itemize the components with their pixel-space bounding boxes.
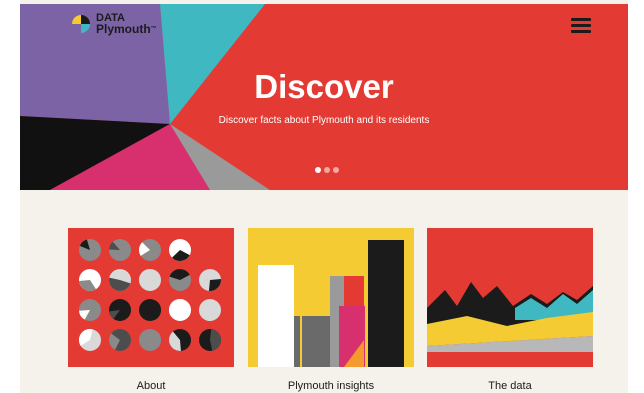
- pie-chart-icon: [79, 269, 101, 291]
- pie-chart-icon: [169, 269, 191, 291]
- about-card-image[interactable]: [68, 228, 234, 367]
- landscape-graphic: [427, 228, 593, 367]
- brand-line2-text: Plymouth: [96, 22, 151, 36]
- pie-chart-icon: [139, 329, 161, 351]
- carousel-dots: [315, 167, 339, 173]
- page: DATA Plymouth™ Discover Discover facts a…: [20, 0, 628, 393]
- hamburger-menu-icon[interactable]: [571, 18, 591, 34]
- pie-chart-icon: [139, 269, 161, 291]
- pie-chart-icon: [109, 299, 131, 321]
- pie-chart-icon: [109, 239, 131, 261]
- pie-grid-graphic: [68, 228, 234, 367]
- pie-chart-icon: [169, 299, 191, 321]
- brand-line2: Plymouth™: [96, 22, 157, 36]
- about-link[interactable]: About: [68, 380, 234, 392]
- hero-title: Discover: [254, 68, 394, 105]
- brand-logo[interactable]: DATA Plymouth™: [70, 13, 157, 35]
- pie-chart-icon: [199, 299, 221, 321]
- menu-bar: [571, 24, 591, 27]
- pie-chart-icon: [109, 329, 131, 351]
- hero-subtitle: Discover facts about Plymouth and its re…: [218, 115, 430, 126]
- carousel-dot-2[interactable]: [324, 167, 330, 173]
- pie-chart-icon: [79, 299, 101, 321]
- trademark: ™: [150, 26, 157, 32]
- pie-chart-icon: [199, 329, 221, 351]
- bars-graphic: [248, 228, 414, 367]
- pie-chart-icon: [139, 239, 161, 261]
- menu-bar: [571, 30, 591, 33]
- menu-bar: [571, 18, 591, 21]
- pie-chart-icon: [169, 239, 191, 261]
- plymouth-insights-link[interactable]: Plymouth insights: [248, 380, 414, 392]
- data-plymouth-logo-icon: [72, 15, 90, 33]
- hero-banner: DATA Plymouth™ Discover Discover facts a…: [20, 4, 628, 190]
- carousel-dot-1[interactable]: [315, 167, 321, 173]
- pie-chart-icon: [199, 269, 221, 291]
- pie-chart-icon: [79, 329, 101, 351]
- pie-chart-icon: [79, 239, 101, 261]
- the-data-card-image[interactable]: [427, 228, 593, 367]
- the-data-link[interactable]: The data: [427, 380, 593, 392]
- brand-name: DATA Plymouth™: [96, 13, 157, 36]
- pie-chart-icon: [169, 329, 191, 351]
- carousel-dot-3[interactable]: [333, 167, 339, 173]
- pie-chart-icon: [108, 269, 131, 292]
- pie-chart-icon: [139, 299, 161, 321]
- insights-card-image[interactable]: [248, 228, 414, 367]
